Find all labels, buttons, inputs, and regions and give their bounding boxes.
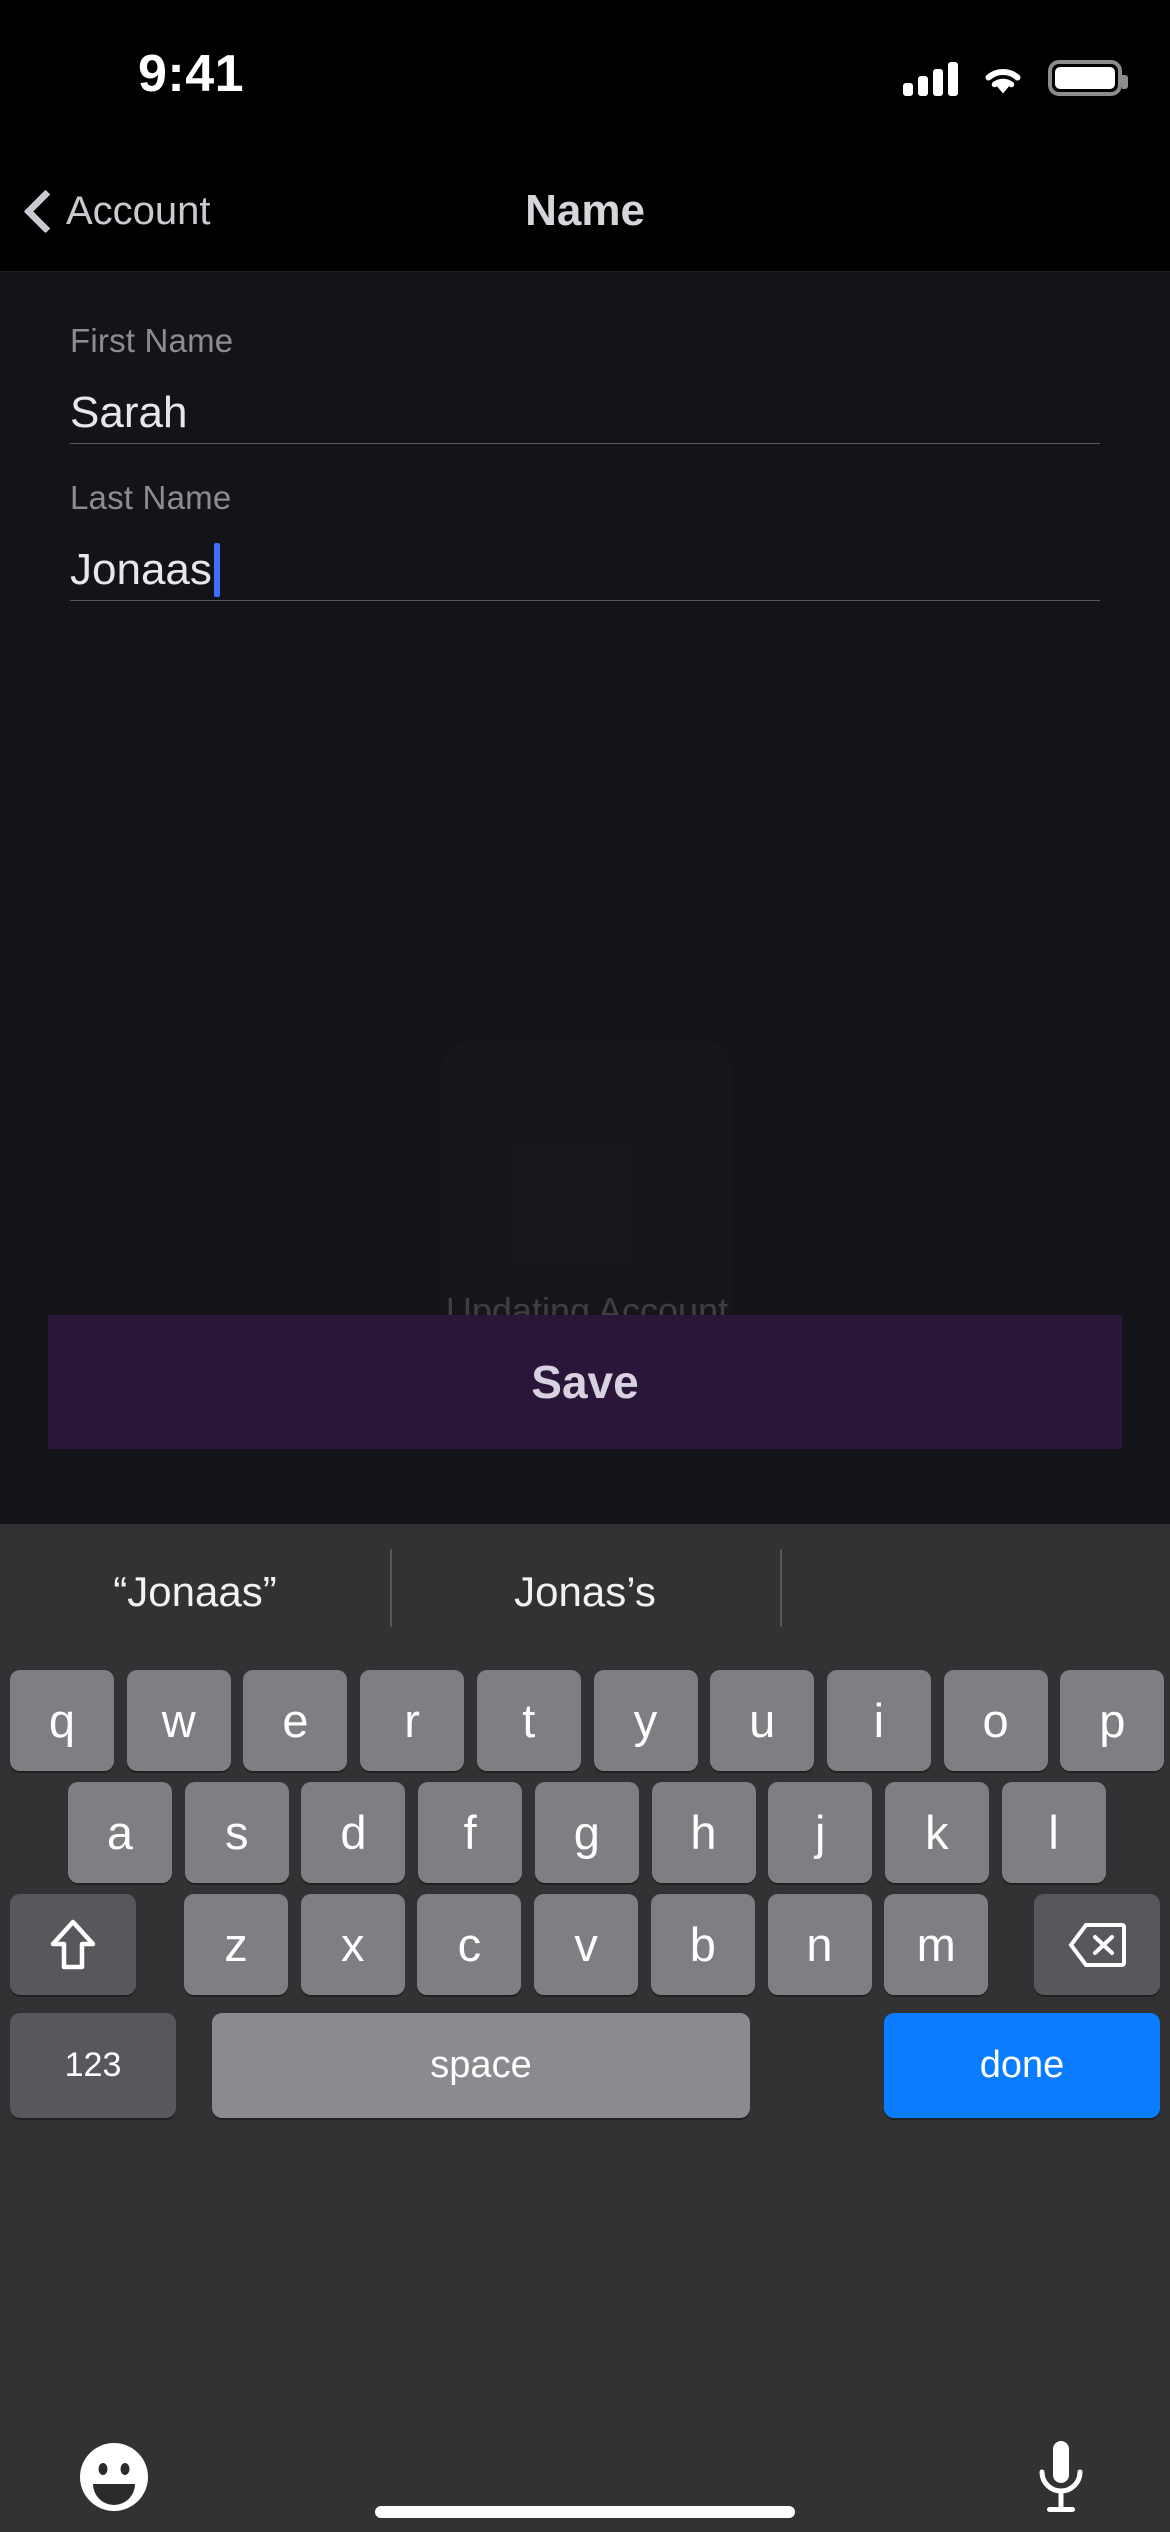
- shift-key[interactable]: [10, 1894, 136, 1995]
- key-m[interactable]: m: [884, 1894, 989, 1995]
- key-b[interactable]: b: [650, 1894, 755, 1995]
- microphone-icon: [1039, 2441, 1083, 2512]
- first-name-label: First Name: [70, 322, 234, 359]
- key-p[interactable]: p: [1060, 1670, 1165, 1771]
- key-f[interactable]: f: [418, 1782, 523, 1883]
- done-key[interactable]: done: [884, 2013, 1160, 2118]
- key-z[interactable]: z: [184, 1894, 288, 1995]
- phone-screen: 9:41 Account Name First Name Sarah Last …: [0, 0, 1170, 2532]
- key-o[interactable]: o: [943, 1670, 1048, 1771]
- shift-arrow-icon: [49, 1917, 97, 1973]
- suggestion-2[interactable]: [780, 1524, 1170, 1659]
- key-k[interactable]: k: [884, 1782, 989, 1883]
- text-cursor: [213, 542, 220, 597]
- key-h[interactable]: h: [651, 1782, 756, 1883]
- wifi-icon: [980, 62, 1026, 96]
- battery-full-icon: [1048, 60, 1128, 96]
- last-name-input[interactable]: Jonaas: [70, 539, 1100, 601]
- keyboard-row-1: qwertyuiop: [0, 1670, 1170, 1771]
- onscreen-keyboard: “Jonaas” Jonas’s qwertyuiop asdfghjkl z …: [0, 1524, 1170, 2532]
- keyboard-bottom-bar: [0, 2439, 1170, 2532]
- last-name-value: Jonaas: [70, 544, 212, 594]
- suggestion-1[interactable]: Jonas’s: [390, 1524, 780, 1659]
- key-x[interactable]: x: [300, 1894, 405, 1995]
- emoji-key[interactable]: [78, 2441, 150, 2513]
- last-name-field[interactable]: Last Name Jonaas: [70, 479, 1100, 601]
- cellular-signal-icon: [903, 62, 958, 96]
- keyboard-row-3: zxcvbnm: [0, 1894, 1170, 1995]
- keyboard-row-2: asdfghjkl: [0, 1782, 1170, 1883]
- first-name-field[interactable]: First Name Sarah: [70, 322, 1100, 444]
- first-name-value: Sarah: [70, 387, 188, 437]
- navigation-bar: Account Name: [0, 150, 1170, 272]
- status-bar: 9:41: [0, 0, 1170, 150]
- emoji-smiley-icon: [80, 2443, 148, 2511]
- save-button[interactable]: Save: [48, 1315, 1122, 1449]
- save-button-label: Save: [531, 1356, 639, 1408]
- key-q[interactable]: q: [10, 1670, 114, 1771]
- space-key[interactable]: space: [212, 2013, 750, 2118]
- status-bar-indicators: [903, 52, 1128, 96]
- key-i[interactable]: i: [826, 1670, 931, 1771]
- key-c[interactable]: c: [417, 1894, 522, 1995]
- key-t[interactable]: t: [476, 1670, 581, 1771]
- key-j[interactable]: j: [768, 1782, 873, 1883]
- key-l[interactable]: l: [1001, 1782, 1106, 1883]
- page-title: Name: [525, 186, 645, 235]
- first-name-input[interactable]: Sarah: [70, 382, 1100, 444]
- suggestion-0[interactable]: “Jonaas”: [0, 1524, 390, 1659]
- key-s[interactable]: s: [184, 1782, 289, 1883]
- key-y[interactable]: y: [593, 1670, 698, 1771]
- key-w[interactable]: w: [126, 1670, 231, 1771]
- suggestion-bar: “Jonaas” Jonas’s: [0, 1524, 1170, 1659]
- key-v[interactable]: v: [534, 1894, 639, 1995]
- loading-hud-panel: [442, 1042, 732, 1332]
- key-e[interactable]: e: [243, 1670, 348, 1771]
- key-a[interactable]: a: [68, 1782, 172, 1883]
- backspace-delete-icon: [1068, 1922, 1126, 1968]
- key-d[interactable]: d: [301, 1782, 406, 1883]
- key-g[interactable]: g: [534, 1782, 639, 1883]
- last-name-label: Last Name: [70, 479, 232, 516]
- key-u[interactable]: u: [710, 1670, 815, 1771]
- key-n[interactable]: n: [767, 1894, 872, 1995]
- numbers-key[interactable]: 123: [10, 2013, 176, 2118]
- backspace-key[interactable]: [1034, 1894, 1160, 1995]
- key-r[interactable]: r: [360, 1670, 465, 1771]
- dictation-key[interactable]: [1030, 2439, 1092, 2517]
- keyboard-row-4: 123 space done: [0, 2013, 1170, 2118]
- status-bar-time: 9:41: [138, 45, 245, 103]
- home-indicator-bar: [375, 2506, 795, 2518]
